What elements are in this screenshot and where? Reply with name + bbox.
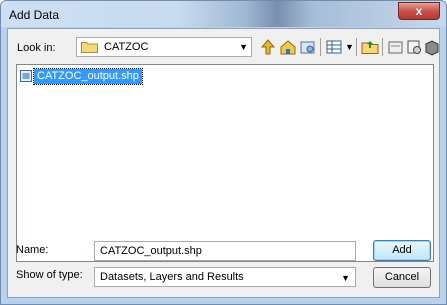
shapefile-icon [20, 70, 32, 82]
view-dropdown-icon[interactable]: ▼ [345, 42, 354, 52]
dialog-body: Look in: CATZOC ▼ ▼ CATZOC_output.shp Na… [7, 28, 440, 298]
title-bar[interactable]: Add Data x [1, 1, 446, 27]
new-folder-button[interactable] [387, 38, 405, 56]
file-list[interactable]: CATZOC_output.shp [16, 64, 434, 262]
look-in-dropdown[interactable]: CATZOC ▼ [76, 37, 252, 57]
toggle-contents-icon [300, 41, 315, 54]
dialog-title: Add Data [9, 8, 60, 22]
catalog-icon [407, 40, 421, 54]
toolbar-separator [356, 38, 357, 56]
file-name: CATZOC_output.shp [33, 67, 143, 85]
show-of-type-value: Datasets, Layers and Results [100, 271, 244, 283]
home-icon [280, 40, 296, 55]
view-menu-button[interactable] [325, 38, 343, 56]
show-of-type-label: Show of type: [16, 269, 83, 281]
new-folder-icon [388, 41, 403, 54]
toggle-contents-button[interactable] [299, 38, 317, 56]
close-button[interactable]: x [398, 2, 440, 20]
toolbox-button[interactable] [423, 38, 441, 56]
name-input[interactable]: CATZOC_output.shp [94, 241, 356, 261]
chevron-down-icon[interactable]: ▼ [341, 273, 350, 283]
list-item[interactable]: CATZOC_output.shp [20, 67, 143, 85]
connect-folder-button[interactable] [361, 38, 379, 56]
connect-folder-icon [361, 41, 379, 54]
toolbox-icon [425, 40, 439, 56]
view-menu-icon [326, 40, 342, 54]
add-button[interactable]: Add [373, 240, 431, 261]
show-of-type-dropdown[interactable]: Datasets, Layers and Results ▼ [94, 267, 356, 287]
add-data-dialog: Add Data x Look in: CATZOC ▼ ▼ CATZOC_ou… [0, 0, 447, 305]
catalog-button[interactable] [405, 38, 423, 56]
folder-icon [81, 42, 98, 53]
cancel-button[interactable]: Cancel [373, 267, 431, 288]
look-in-label: Look in: [17, 42, 56, 54]
toolbar-separator [320, 38, 321, 56]
go-to-parent-button[interactable] [259, 38, 277, 56]
look-in-value: CATZOC [104, 41, 149, 53]
chevron-down-icon[interactable]: ▼ [239, 42, 248, 52]
name-label: Name: [16, 244, 49, 256]
go-to-parent-icon [260, 39, 276, 55]
toolbar-separator [382, 38, 383, 56]
home-button[interactable] [279, 38, 297, 56]
